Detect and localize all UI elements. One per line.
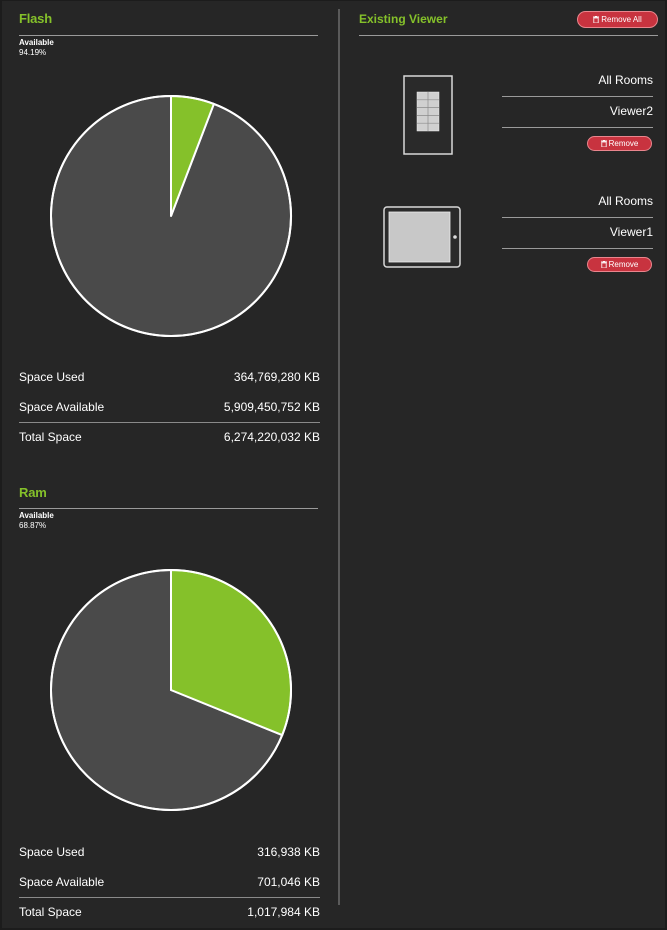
flash-space-available-label: Space Available xyxy=(19,400,105,414)
flash-space-available-row: Space Available 5,909,450,752 KB xyxy=(19,398,320,416)
ram-total-space-value: 1,017,984 KB xyxy=(247,905,320,919)
viewer-title-divider xyxy=(359,35,658,36)
flash-total-space-row: Total Space 6,274,220,032 KB xyxy=(19,428,320,446)
remove-label: Remove xyxy=(608,139,639,148)
remove-all-label: Remove All xyxy=(601,15,642,24)
trash-icon xyxy=(593,16,600,23)
ram-space-available-row: Space Available 701,046 KB xyxy=(19,873,320,891)
tablet-device-icon xyxy=(383,206,461,268)
flash-space-used-label: Space Used xyxy=(19,370,85,384)
viewer-name-label: Viewer1 xyxy=(609,225,653,239)
flash-pie-chart xyxy=(50,94,292,337)
viewer-name-label: Viewer2 xyxy=(609,104,653,118)
ram-pie-chart xyxy=(50,568,292,811)
ram-available-percent: 68.87% xyxy=(19,521,47,530)
ram-space-used-label: Space Used xyxy=(19,845,85,859)
ram-total-space-row: Total Space 1,017,984 KB xyxy=(19,903,320,921)
viewer-room-label: All Rooms xyxy=(598,194,653,208)
remove-label: Remove xyxy=(608,260,639,269)
ram-title-divider xyxy=(19,508,318,509)
flash-total-divider xyxy=(19,422,320,423)
viewer-divider xyxy=(502,217,653,218)
ram-space-used-row: Space Used 316,938 KB xyxy=(19,843,320,861)
viewer-divider xyxy=(502,248,653,249)
ram-available-label: Available xyxy=(19,511,54,520)
viewer-room-label: All Rooms xyxy=(598,73,653,87)
viewer-divider xyxy=(502,96,653,97)
flash-space-available-value: 5,909,450,752 KB xyxy=(223,400,320,414)
remove-all-button[interactable]: Remove All xyxy=(577,11,658,28)
flash-total-space-label: Total Space xyxy=(19,430,82,444)
viewer-divider xyxy=(502,127,653,128)
existing-viewer-title: Existing Viewer xyxy=(359,12,448,26)
app-window: Flash Available 94.19% Space Used 364,76… xyxy=(2,1,665,928)
keypad-device-icon xyxy=(403,75,453,155)
flash-available-label: Available xyxy=(19,38,54,47)
viewer-panel: Existing Viewer Remove All All Rooms Vie… xyxy=(342,1,665,928)
ram-title: Ram xyxy=(19,485,47,500)
storage-panel: Flash Available 94.19% Space Used 364,76… xyxy=(2,1,337,928)
trash-icon xyxy=(600,261,607,268)
flash-space-used-value: 364,769,280 KB xyxy=(233,370,320,384)
remove-viewer-button[interactable]: Remove xyxy=(587,257,652,272)
flash-title-divider xyxy=(19,35,318,36)
ram-space-available-value: 701,046 KB xyxy=(257,875,320,889)
flash-total-space-value: 6,274,220,032 KB xyxy=(223,430,320,444)
ram-total-space-label: Total Space xyxy=(19,905,82,919)
ram-total-divider xyxy=(19,897,320,898)
flash-space-used-row: Space Used 364,769,280 KB xyxy=(19,368,320,386)
trash-icon xyxy=(600,140,607,147)
ram-space-available-label: Space Available xyxy=(19,875,105,889)
panel-divider xyxy=(338,9,340,905)
flash-title: Flash xyxy=(19,11,52,26)
ram-space-used-value: 316,938 KB xyxy=(257,845,320,859)
flash-available-percent: 94.19% xyxy=(19,48,47,57)
remove-viewer-button[interactable]: Remove xyxy=(587,136,652,151)
